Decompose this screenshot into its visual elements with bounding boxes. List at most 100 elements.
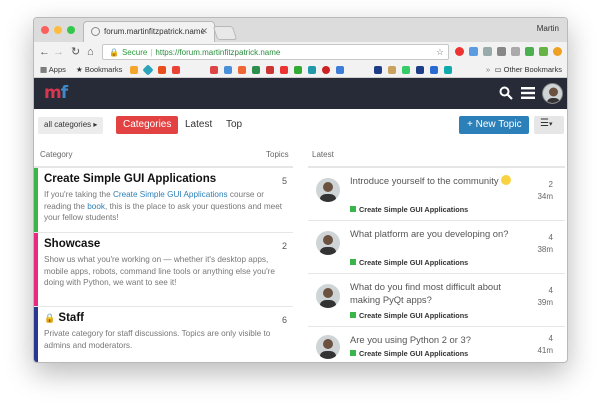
bookmark-icon-9[interactable]: [266, 66, 274, 74]
topic-activity-time[interactable]: 39m: [537, 298, 553, 307]
secure-label: Secure: [121, 48, 148, 57]
category-description: Private category for staff discussions. …: [44, 329, 271, 350]
bookmark-icon-20[interactable]: [444, 66, 452, 74]
opera-extension-icon[interactable]: [455, 47, 464, 56]
bookmark-icon-10[interactable]: [280, 66, 288, 74]
bookmark-icon-12[interactable]: [308, 66, 316, 74]
topic-category[interactable]: Create Simple GUI Applications: [350, 258, 468, 267]
bookmark-icon-2[interactable]: [142, 64, 154, 76]
topic-activity-time[interactable]: 41m: [537, 346, 553, 355]
topic-title[interactable]: What do you find most difficult about ma…: [350, 280, 520, 306]
profile-name[interactable]: Martin: [537, 24, 559, 33]
caret-down-icon: ▾: [548, 121, 553, 128]
search-icon[interactable]: [499, 86, 513, 100]
category-description: If you're taking the Create Simple GUI A…: [44, 189, 285, 224]
translate-extension-icon[interactable]: [469, 47, 478, 56]
category-title-wrap: 🔒 Staff: [44, 312, 285, 324]
address-bar[interactable]: 🔒 Secure | https://forum.martinfitzpatrick.…: [102, 44, 449, 60]
bookmark-icon-13[interactable]: [322, 66, 330, 74]
bookmark-icon-8[interactable]: [252, 66, 260, 74]
hamburger-menu-icon[interactable]: [521, 87, 535, 99]
download-extension-icon[interactable]: [497, 47, 506, 56]
forward-arrow-icon[interactable]: →: [53, 45, 64, 59]
author-avatar[interactable]: [316, 178, 340, 202]
bookmarks-overflow-icon[interactable]: »: [486, 65, 490, 74]
latest-topic-row[interactable]: Are you using Python 2 or 3? Create Simp…: [308, 327, 565, 362]
bookmark-icon-14[interactable]: [336, 66, 344, 74]
category-color-bar: [34, 168, 38, 232]
tab-categories[interactable]: Categories: [116, 116, 179, 134]
page-favicon-icon: [91, 27, 100, 36]
category-color-square: [350, 206, 356, 212]
topic-category[interactable]: Create Simple GUI Applications: [350, 349, 468, 358]
category-row[interactable]: Create Simple GUI Applications If you're…: [34, 168, 293, 233]
bookmark-icon-4[interactable]: [172, 66, 180, 74]
latest-topic-row[interactable]: Introduce yourself to the community Crea…: [308, 168, 565, 221]
minimize-window-button[interactable]: [54, 26, 62, 34]
address-divider: |: [150, 48, 153, 57]
bookmark-icon-18[interactable]: [416, 66, 424, 74]
bookmark-apps[interactable]: ▦ Apps: [40, 65, 66, 74]
author-avatar[interactable]: [316, 335, 340, 359]
options-menu-button[interactable]: ☰▾: [534, 116, 564, 134]
bookmark-icon-15[interactable]: [374, 66, 382, 74]
topic-title[interactable]: What platform are you developing on?: [350, 227, 520, 240]
bookmark-icon-5[interactable]: [210, 66, 218, 74]
evernote-extension-icon[interactable]: [539, 47, 548, 56]
browser-tab[interactable]: forum.martinfitzpatrick.name ✕: [83, 21, 215, 42]
topic-title[interactable]: Are you using Python 2 or 3?: [350, 333, 520, 346]
category-row[interactable]: Showcase Show us what you're working on …: [34, 233, 293, 307]
bookmark-icon-16[interactable]: [388, 66, 396, 74]
book-link[interactable]: book: [87, 202, 105, 211]
info-extension-icon[interactable]: [553, 47, 562, 56]
bookmark-icon-6[interactable]: [224, 66, 232, 74]
tab-title: forum.martinfitzpatrick.name: [104, 27, 205, 36]
bookmark-icon-7[interactable]: [238, 66, 246, 74]
category-title[interactable]: Staff: [58, 312, 84, 324]
other-bookmarks[interactable]: ▭ Other Bookmarks: [494, 65, 562, 74]
lock-icon: 🔒: [44, 313, 56, 323]
shield-extension-icon[interactable]: [511, 47, 520, 56]
latest-topic-row[interactable]: What platform are you developing on? Cre…: [308, 221, 565, 274]
category-row[interactable]: 🔒 Staff Private category for staff discu…: [34, 307, 293, 362]
bookmark-icon-3[interactable]: [158, 66, 166, 74]
reload-icon[interactable]: ↻: [71, 45, 80, 59]
user-avatar[interactable]: [542, 83, 563, 104]
topic-category[interactable]: Create Simple GUI Applications: [350, 205, 468, 214]
bookmark-icon-1[interactable]: [130, 66, 138, 74]
bookmark-star-icon[interactable]: ☆: [436, 47, 444, 58]
new-tab-button[interactable]: [212, 26, 238, 40]
category-desc-text: If you're taking the: [44, 190, 113, 199]
zoom-window-button[interactable]: [67, 26, 75, 34]
topic-title[interactable]: Introduce yourself to the community: [350, 174, 520, 187]
topic-activity-time[interactable]: 34m: [537, 192, 553, 201]
topic-reply-count: 4: [548, 286, 553, 295]
topic-category[interactable]: Create Simple GUI Applications: [350, 311, 468, 320]
site-logo[interactable]: mf: [44, 83, 68, 103]
category-description: Show us what you're working on — whether…: [44, 255, 275, 287]
category-title[interactable]: Showcase: [44, 238, 285, 250]
author-avatar[interactable]: [316, 231, 340, 255]
bookmark-icon-17[interactable]: [402, 66, 410, 74]
all-categories-dropdown[interactable]: all categories ▸: [38, 117, 104, 134]
close-window-button[interactable]: [41, 26, 49, 34]
bookmark-icon-19[interactable]: [430, 66, 438, 74]
course-link[interactable]: Create Simple GUI Applications: [113, 190, 228, 199]
back-arrow-icon[interactable]: ←: [39, 45, 50, 59]
grid-extension-icon[interactable]: [525, 47, 534, 56]
tab-latest[interactable]: Latest: [185, 119, 212, 130]
all-categories-label: all categories: [44, 120, 92, 129]
puzzle-extension-icon[interactable]: [483, 47, 492, 56]
topic-title-text[interactable]: Introduce yourself to the community: [350, 175, 499, 186]
new-topic-button[interactable]: + New Topic: [459, 116, 529, 134]
topic-category-label: Create Simple GUI Applications: [359, 311, 469, 320]
home-icon[interactable]: ⌂: [87, 45, 94, 59]
category-title[interactable]: Create Simple GUI Applications: [44, 173, 285, 185]
tab-top[interactable]: Top: [226, 119, 242, 130]
bookmark-bookmarks[interactable]: ★ Bookmarks: [76, 65, 122, 74]
latest-topic-row[interactable]: What do you find most difficult about ma…: [308, 274, 565, 327]
bookmark-icon-11[interactable]: [294, 66, 302, 74]
close-tab-icon[interactable]: ✕: [200, 26, 208, 37]
topic-activity-time[interactable]: 38m: [537, 245, 553, 254]
author-avatar[interactable]: [316, 284, 340, 308]
